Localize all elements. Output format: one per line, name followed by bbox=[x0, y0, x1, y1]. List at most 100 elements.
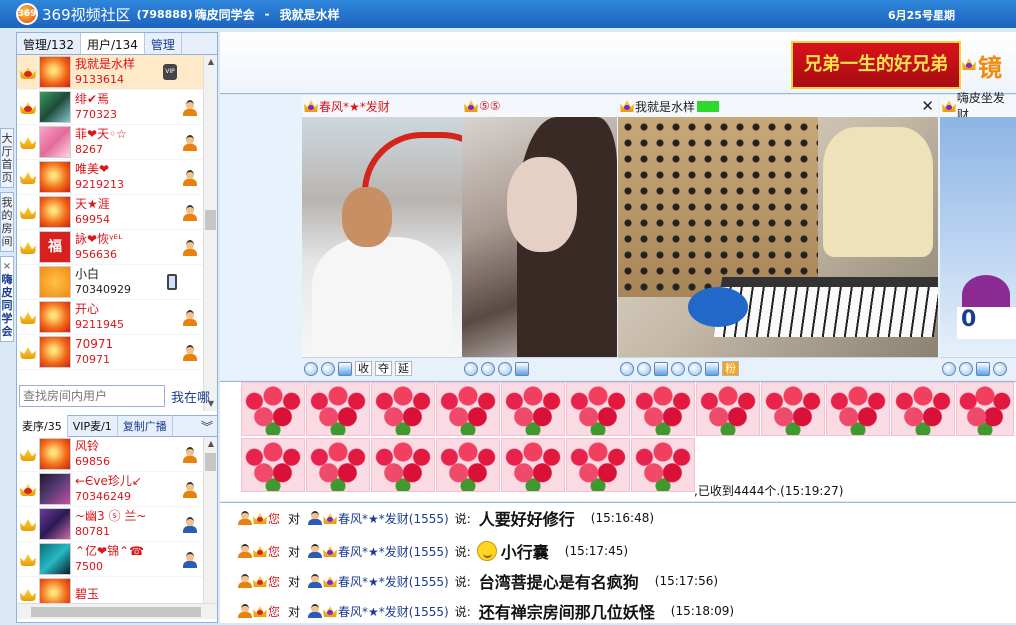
crown-icon bbox=[19, 239, 37, 255]
search-input[interactable] bbox=[19, 385, 165, 407]
sound-icon[interactable] bbox=[942, 361, 956, 376]
tab-vip-mic[interactable]: VIP麦/1 bbox=[68, 415, 118, 437]
video-panel-1: 春风*★*发财 收 夺 延 bbox=[302, 95, 462, 380]
recipient-name[interactable]: 春风*★*发财(1555) bbox=[338, 603, 449, 620]
list-item[interactable]: ~幽3 ⓢ 兰~ 80781 bbox=[17, 507, 203, 542]
gift-icon[interactable] bbox=[515, 361, 529, 376]
list-item[interactable]: 风铃 69856 bbox=[17, 437, 203, 472]
crown-icon bbox=[323, 604, 337, 618]
phone-icon bbox=[167, 274, 177, 290]
scroll-up-icon[interactable]: ▲ bbox=[204, 55, 218, 69]
list-item[interactable]: 菲❤天◦☆ 8267 bbox=[17, 125, 203, 160]
video-frame[interactable] bbox=[462, 117, 617, 357]
window-icon[interactable] bbox=[338, 361, 352, 376]
video-frame[interactable] bbox=[618, 117, 938, 357]
user-name: ⌃亿❤锦⌃☎ bbox=[75, 544, 145, 558]
list-item[interactable]: 开心 9211945 bbox=[17, 300, 203, 335]
close-icon[interactable]: × bbox=[1, 260, 13, 273]
room-name: 嗨皮同学会 bbox=[194, 7, 255, 22]
tab-mic-queue[interactable]: 麦序/35 bbox=[17, 415, 68, 437]
video-title: 嗨皮坐发财 bbox=[940, 91, 1016, 122]
crown-icon bbox=[620, 100, 634, 112]
where-am-i-button[interactable]: 我在哪 bbox=[171, 387, 210, 406]
window-icon[interactable] bbox=[654, 361, 668, 376]
grab-button[interactable]: 夺 bbox=[375, 361, 392, 376]
user-name: 唯美❤ bbox=[75, 162, 110, 176]
person-icon bbox=[183, 170, 197, 186]
person-icon bbox=[183, 552, 197, 568]
video-frame[interactable]: 0 bbox=[940, 117, 1016, 357]
tab-current-room[interactable]: × 嗨皮同学会 bbox=[0, 256, 14, 342]
video-frame[interactable] bbox=[302, 117, 462, 357]
user-id: 9219213 bbox=[75, 178, 124, 191]
video-title: 我就是水样 ✕ bbox=[618, 95, 938, 117]
camera-icon[interactable] bbox=[321, 361, 335, 376]
person-icon bbox=[238, 604, 252, 618]
list-item[interactable]: 我就是水样 9133614 VIP bbox=[17, 55, 203, 90]
horizontal-scrollbar[interactable] bbox=[17, 603, 217, 619]
recipient-name[interactable]: 春风*★*发财(1555) bbox=[338, 510, 449, 527]
mic-icon[interactable] bbox=[304, 361, 318, 376]
crown-icon bbox=[19, 344, 37, 360]
extend-button[interactable]: 延 bbox=[395, 361, 412, 376]
recipient-name[interactable]: 春风*★*发财(1555) bbox=[338, 573, 449, 590]
vip-icon: VIP bbox=[163, 64, 177, 80]
list-item[interactable]: 70971 70971 bbox=[17, 335, 203, 370]
sound-icon[interactable] bbox=[620, 361, 634, 376]
list-item[interactable]: 小白 70340929 bbox=[17, 265, 203, 300]
fan-button[interactable]: 粉 bbox=[722, 361, 739, 376]
tab-hall[interactable]: 大厅首页 bbox=[0, 128, 14, 188]
close-video-icon[interactable]: ✕ bbox=[921, 97, 934, 115]
user-id: 69856 bbox=[75, 455, 110, 468]
avatar bbox=[39, 301, 71, 333]
rose-gift-icon bbox=[956, 382, 1014, 436]
mic-list-scrollbar[interactable]: ▲ bbox=[203, 437, 217, 603]
tab-my-rooms[interactable]: 我的房间 bbox=[0, 192, 14, 252]
person-icon bbox=[183, 447, 197, 463]
tab-users[interactable]: 用户/134 bbox=[80, 33, 145, 54]
message-text: 小行囊 bbox=[500, 543, 549, 562]
camera-icon[interactable] bbox=[637, 361, 651, 376]
message-text: 人要好好修行 bbox=[478, 510, 575, 529]
collect-button[interactable]: 收 bbox=[355, 361, 372, 376]
sound-icon[interactable] bbox=[464, 361, 478, 376]
screenshot-icon[interactable] bbox=[705, 361, 719, 376]
ad-banner[interactable]: 兄弟一生的好兄弟 bbox=[791, 41, 961, 89]
video-toolbar bbox=[462, 357, 617, 379]
crown-icon bbox=[253, 604, 267, 618]
record-icon[interactable] bbox=[993, 361, 1007, 376]
record-icon[interactable] bbox=[671, 361, 685, 376]
scroll-up-icon[interactable]: ▲ bbox=[204, 437, 218, 451]
scroll-thumb[interactable] bbox=[31, 606, 201, 617]
camera-icon[interactable] bbox=[481, 361, 495, 376]
list-item[interactable]: 绯✔焉 770323 bbox=[17, 90, 203, 125]
photo-icon[interactable] bbox=[688, 361, 702, 376]
tab-manage[interactable]: 管理 bbox=[145, 33, 182, 54]
camera-icon[interactable] bbox=[959, 361, 973, 376]
list-item[interactable]: ⌃亿❤锦⌃☎ 7500 bbox=[17, 542, 203, 577]
collapse-icon[interactable]: ︾ bbox=[201, 418, 213, 435]
rose-gift-icon bbox=[891, 382, 955, 436]
rose-gift-icon bbox=[371, 382, 435, 436]
person-icon bbox=[183, 517, 197, 533]
avatar bbox=[39, 473, 71, 505]
scroll-thumb[interactable] bbox=[205, 210, 216, 230]
avatar bbox=[39, 161, 71, 193]
user-name: 碧玉 bbox=[75, 586, 100, 601]
crown-icon bbox=[942, 100, 956, 112]
list-item[interactable]: 天★涯 69954 bbox=[17, 195, 203, 230]
recipient-name[interactable]: 春风*★*发财(1555) bbox=[338, 543, 449, 560]
avatar bbox=[39, 56, 71, 88]
window-icon[interactable] bbox=[976, 361, 990, 376]
scroll-thumb[interactable] bbox=[205, 453, 216, 471]
crown-icon bbox=[19, 309, 37, 325]
settings-icon[interactable] bbox=[498, 361, 512, 376]
list-item[interactable]: 碧玉 bbox=[17, 577, 203, 603]
copy-broadcast-button[interactable]: 复制广播 bbox=[118, 415, 173, 437]
user-list-scrollbar[interactable]: ▲ ▼ bbox=[203, 55, 217, 411]
list-item[interactable]: 福 詠❤恢ᵞᴱᴸ 956636 bbox=[17, 230, 203, 265]
list-item[interactable]: ←Єve珍儿↙ 70346249 bbox=[17, 472, 203, 507]
tab-managers[interactable]: 管理/132 bbox=[17, 33, 81, 54]
list-item[interactable]: 唯美❤ 9219213 bbox=[17, 160, 203, 195]
say-text: 说: bbox=[454, 604, 471, 619]
